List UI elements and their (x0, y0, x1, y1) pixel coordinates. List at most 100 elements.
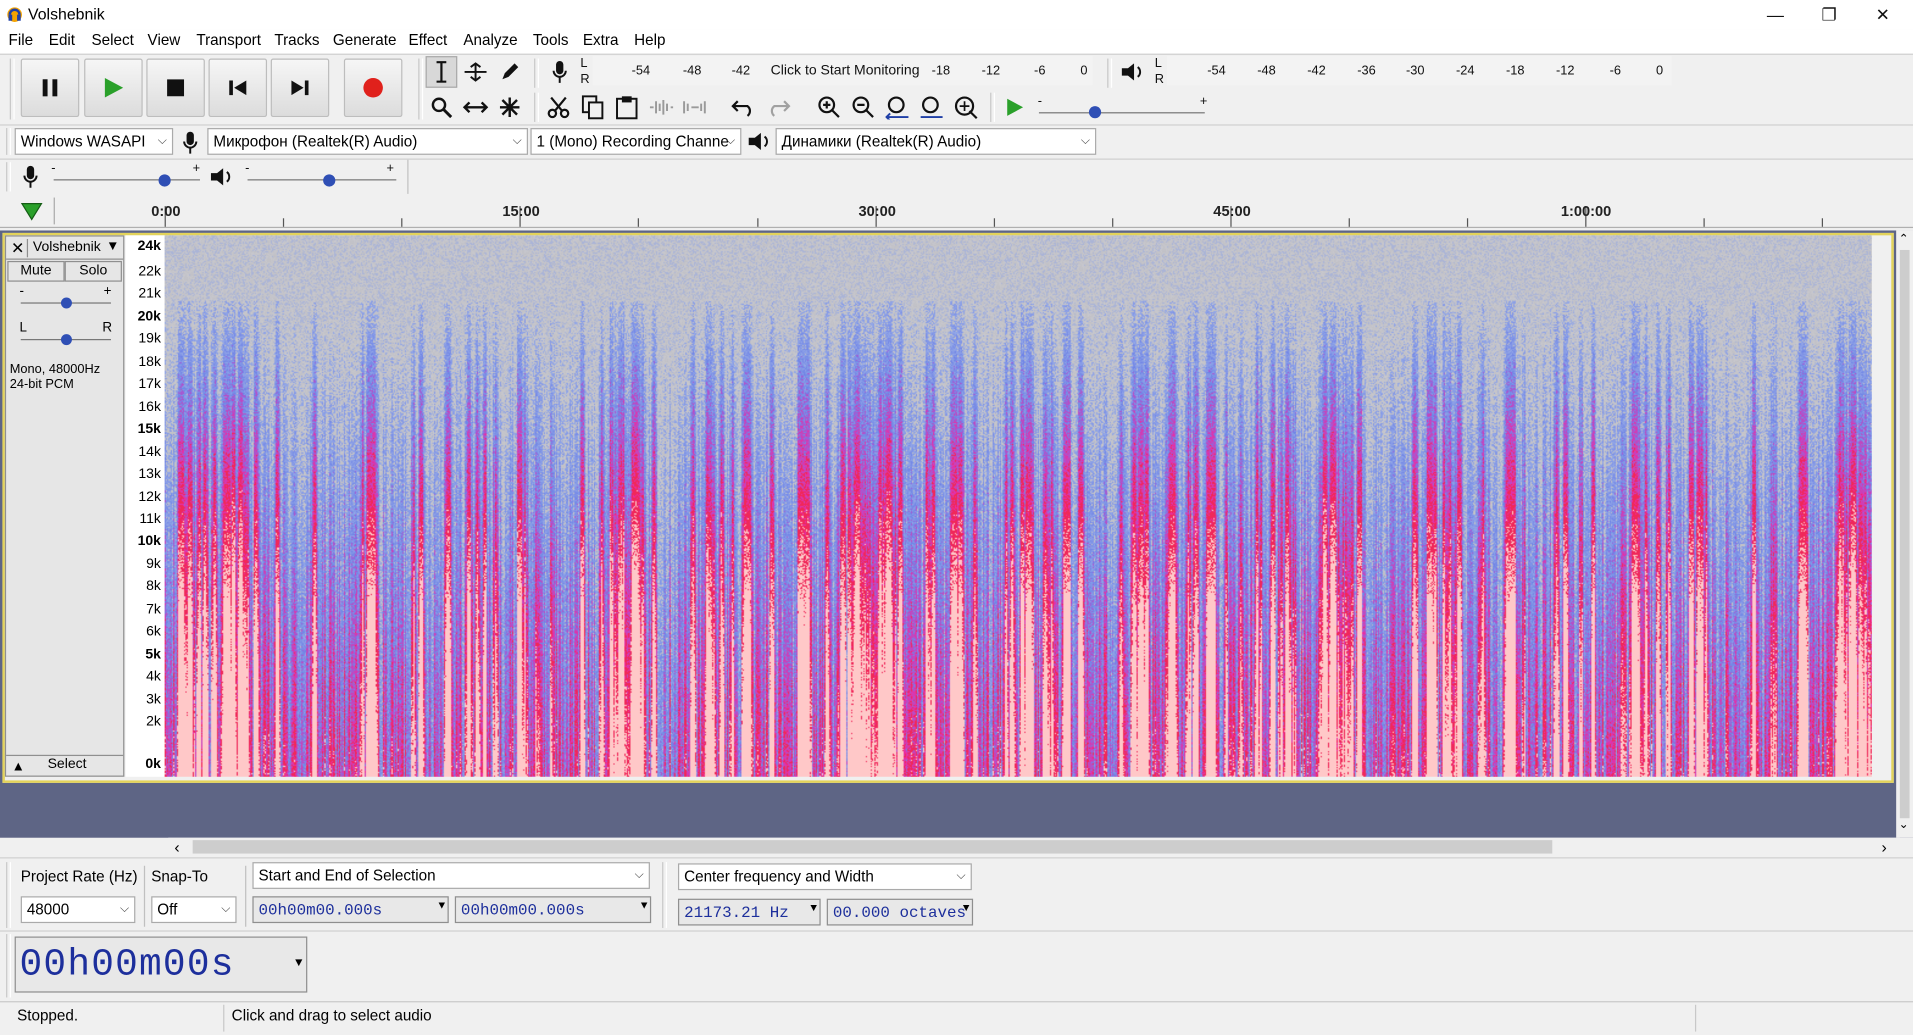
envelope-tool-button[interactable] (460, 56, 492, 88)
chevron-left-icon[interactable]: ‹ (174, 838, 179, 856)
menu-tracks[interactable]: Tracks (274, 32, 319, 49)
collapse-track-button[interactable]: ▲ (7, 757, 29, 775)
menu-extra[interactable]: Extra (583, 32, 619, 49)
playback-device-select[interactable]: Динамики (Realtek(R) Audio) ⌵ (775, 128, 1097, 155)
pause-button[interactable] (20, 58, 80, 118)
skip-to-start-button[interactable] (208, 58, 268, 118)
minimize-button[interactable]: — (1749, 0, 1803, 29)
snap-to-select[interactable]: Off ⌵ (151, 896, 237, 924)
toolbar-grip[interactable] (6, 934, 11, 998)
menu-edit[interactable]: Edit (49, 32, 75, 49)
chevron-up-icon[interactable]: ⌃ (1899, 233, 1909, 246)
toolbar-grip[interactable] (990, 92, 996, 122)
play-meter-button[interactable] (1117, 56, 1149, 88)
zoom-out-button[interactable] (847, 91, 879, 123)
toolbar-grip[interactable] (9, 58, 15, 120)
skip-to-end-button[interactable] (270, 58, 330, 118)
track-panel[interactable]: ✕ Volshebnik ▼ Mute Solo - + L R Mono, 4… (0, 230, 1913, 838)
recording-device-select[interactable]: Микрофон (Realtek(R) Audio) ⌵ (207, 128, 529, 155)
format-menu-icon[interactable]: ▼ (295, 957, 304, 970)
menu-help[interactable]: Help (634, 32, 665, 49)
menu-view[interactable]: View (148, 32, 181, 49)
toolbar-grip[interactable] (6, 128, 11, 155)
recording-channels-select[interactable]: 1 (Mono) Recording Channe ⌵ (530, 128, 742, 155)
monitor-hint[interactable]: Click to Start Monitoring (771, 63, 920, 78)
zoom-tool-button[interactable] (426, 91, 458, 123)
toolbar-grip[interactable] (6, 162, 11, 192)
selection-tool-button[interactable] (425, 56, 458, 88)
horizontal-scrollbar[interactable]: ‹ › (168, 837, 1900, 858)
menu-tools[interactable]: Tools (533, 32, 569, 49)
close-button[interactable]: ✕ (1856, 0, 1910, 29)
playback-volume-track[interactable] (247, 179, 397, 181)
select-track-button[interactable]: Select (35, 757, 98, 775)
time-shift-tool-button[interactable] (460, 91, 492, 123)
track-menu-arrow-icon[interactable]: ▼ (106, 239, 119, 254)
spectral-mode-select[interactable]: Center frequency and Width ⌵ (677, 863, 972, 891)
play-head-icon[interactable] (20, 202, 43, 222)
menu-file[interactable]: File (9, 32, 34, 49)
zoom-toggle-button[interactable] (950, 91, 982, 123)
project-rate-select[interactable]: 48000 ⌵ (20, 896, 136, 924)
spectrogram[interactable] (164, 235, 1872, 777)
play-at-speed-button[interactable] (999, 91, 1031, 123)
mute-button[interactable]: Mute (7, 260, 65, 282)
track-control-panel[interactable]: ✕ Volshebnik ▼ Mute Solo - + L R Mono, 4… (4, 235, 125, 777)
vertical-scroll-thumb[interactable] (1899, 249, 1910, 819)
trim-button[interactable] (645, 91, 677, 123)
selection-start-time[interactable]: 00h00m00.000s ▼ (252, 896, 449, 924)
track-close-button[interactable]: ✕ (9, 238, 29, 258)
play-button[interactable] (84, 58, 143, 118)
menu-generate[interactable]: Generate (333, 32, 397, 49)
bandwidth-field[interactable]: 00.000 octaves ▼ (826, 898, 974, 926)
record-volume-thumb[interactable] (158, 174, 171, 187)
toolbar-grip[interactable] (662, 862, 668, 928)
center-frequency-field[interactable]: 21173.21 Hz ▼ (677, 898, 821, 926)
audio-host-select[interactable]: Windows WASAPI ⌵ (14, 128, 174, 155)
timeline-ruler[interactable]: 0:00 15:00 30:00 45:00 1:00:00 (0, 195, 1913, 229)
speed-slider-thumb[interactable] (1088, 106, 1102, 119)
multi-tool-button[interactable] (494, 91, 526, 123)
toolbar-grip[interactable] (6, 862, 11, 928)
pan-slider-thumb[interactable] (60, 334, 72, 346)
cut-button[interactable] (543, 91, 575, 123)
frequency-axis[interactable]: 24k 22k 21k 20k 19k 18k 17k 16k 15k 14k 13k 12k 11k 1… (125, 235, 165, 777)
record-meter-button[interactable] (544, 56, 576, 88)
chevron-right-icon[interactable]: › (1882, 838, 1887, 856)
toolbar-grip[interactable] (534, 92, 539, 122)
menu-analyze[interactable]: Analyze (463, 32, 517, 49)
redo-button[interactable] (762, 91, 794, 123)
format-menu-icon[interactable]: ▼ (963, 902, 970, 914)
format-menu-icon[interactable]: ▼ (641, 900, 648, 912)
fit-project-button[interactable] (916, 91, 948, 123)
menu-transport[interactable]: Transport (196, 32, 261, 49)
format-menu-icon[interactable]: ▼ (810, 902, 817, 914)
horizontal-scroll-thumb[interactable] (192, 840, 1553, 854)
selection-end-time[interactable]: 00h00m00.000s ▼ (454, 896, 652, 924)
record-volume-track[interactable] (53, 179, 200, 181)
vertical-scrollbar[interactable]: ⌃ ⌄ (1896, 230, 1913, 838)
paste-button[interactable] (611, 91, 643, 123)
selection-mode-select[interactable]: Start and End of Selection ⌵ (252, 862, 650, 889)
playback-volume-thumb[interactable] (323, 174, 336, 187)
silence-button[interactable] (679, 91, 711, 123)
copy-button[interactable] (577, 91, 609, 123)
speed-slider-track[interactable] (1038, 112, 1205, 114)
toolbar-grip[interactable] (1107, 58, 1113, 88)
zoom-in-button[interactable] (813, 91, 845, 123)
chevron-down-icon[interactable]: ⌄ (1899, 818, 1909, 831)
time-display[interactable]: 00h00m00s ▼ (14, 936, 308, 993)
toolbar-grip[interactable] (534, 58, 539, 88)
gain-slider-thumb[interactable] (60, 297, 72, 309)
undo-button[interactable] (728, 91, 760, 123)
menu-select[interactable]: Select (91, 32, 133, 49)
track-name[interactable]: Volshebnik (33, 240, 101, 255)
format-menu-icon[interactable]: ▼ (438, 900, 445, 912)
draw-tool-button[interactable] (494, 56, 526, 88)
restore-button[interactable]: ❐ (1802, 0, 1856, 29)
record-button[interactable] (343, 58, 403, 118)
solo-button[interactable]: Solo (64, 260, 122, 282)
menu-effect[interactable]: Effect (408, 32, 447, 49)
stop-button[interactable] (146, 58, 205, 118)
fit-selection-button[interactable] (882, 91, 914, 123)
